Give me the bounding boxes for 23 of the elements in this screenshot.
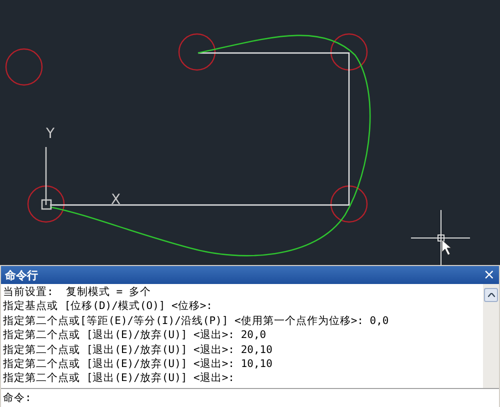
history-line: 指定第二个点或 [退出(E)/放弃(U)] <退出>:	[3, 371, 236, 386]
history-line: 当前设置: 复制模式 = 多个	[3, 285, 152, 300]
axis-label: Y	[46, 126, 55, 142]
ucs-icon	[41, 147, 52, 210]
circle	[330, 33, 368, 71]
circle	[27, 185, 65, 223]
command-prompt: 命令:	[3, 391, 32, 405]
axis-label: X	[111, 192, 121, 208]
scrollbar[interactable]	[483, 284, 499, 388]
crosshair-cursor-icon	[410, 210, 470, 265]
history-line: 指定第二个点或[等距(E)/等分(I)/沿线(P)] <使用第一个点作为位移>: 0,0	[3, 314, 390, 328]
circle	[5, 48, 43, 86]
history-line: 指定第二个点或 [退出(E)/放弃(U)] <退出>: 20,0	[3, 328, 268, 343]
history-line: 指定第二个点或 [退出(E)/放弃(U)] <退出>: 20,10	[3, 342, 274, 358]
history-line: 指定基点或 [位移(D)/模式(O)] <位移>:	[3, 299, 214, 314]
history-line: 指定第二个点或 [退出(E)/放弃(U)] <退出>: 10,10	[3, 357, 274, 372]
circle	[178, 33, 216, 71]
circle	[330, 185, 368, 223]
caret-up-icon	[488, 293, 494, 297]
close-button[interactable]: ×	[483, 268, 495, 282]
window-title: 命令行	[5, 268, 38, 282]
command-input[interactable]: 命令:	[1, 388, 499, 407]
scroll-up-button[interactable]	[484, 288, 498, 302]
